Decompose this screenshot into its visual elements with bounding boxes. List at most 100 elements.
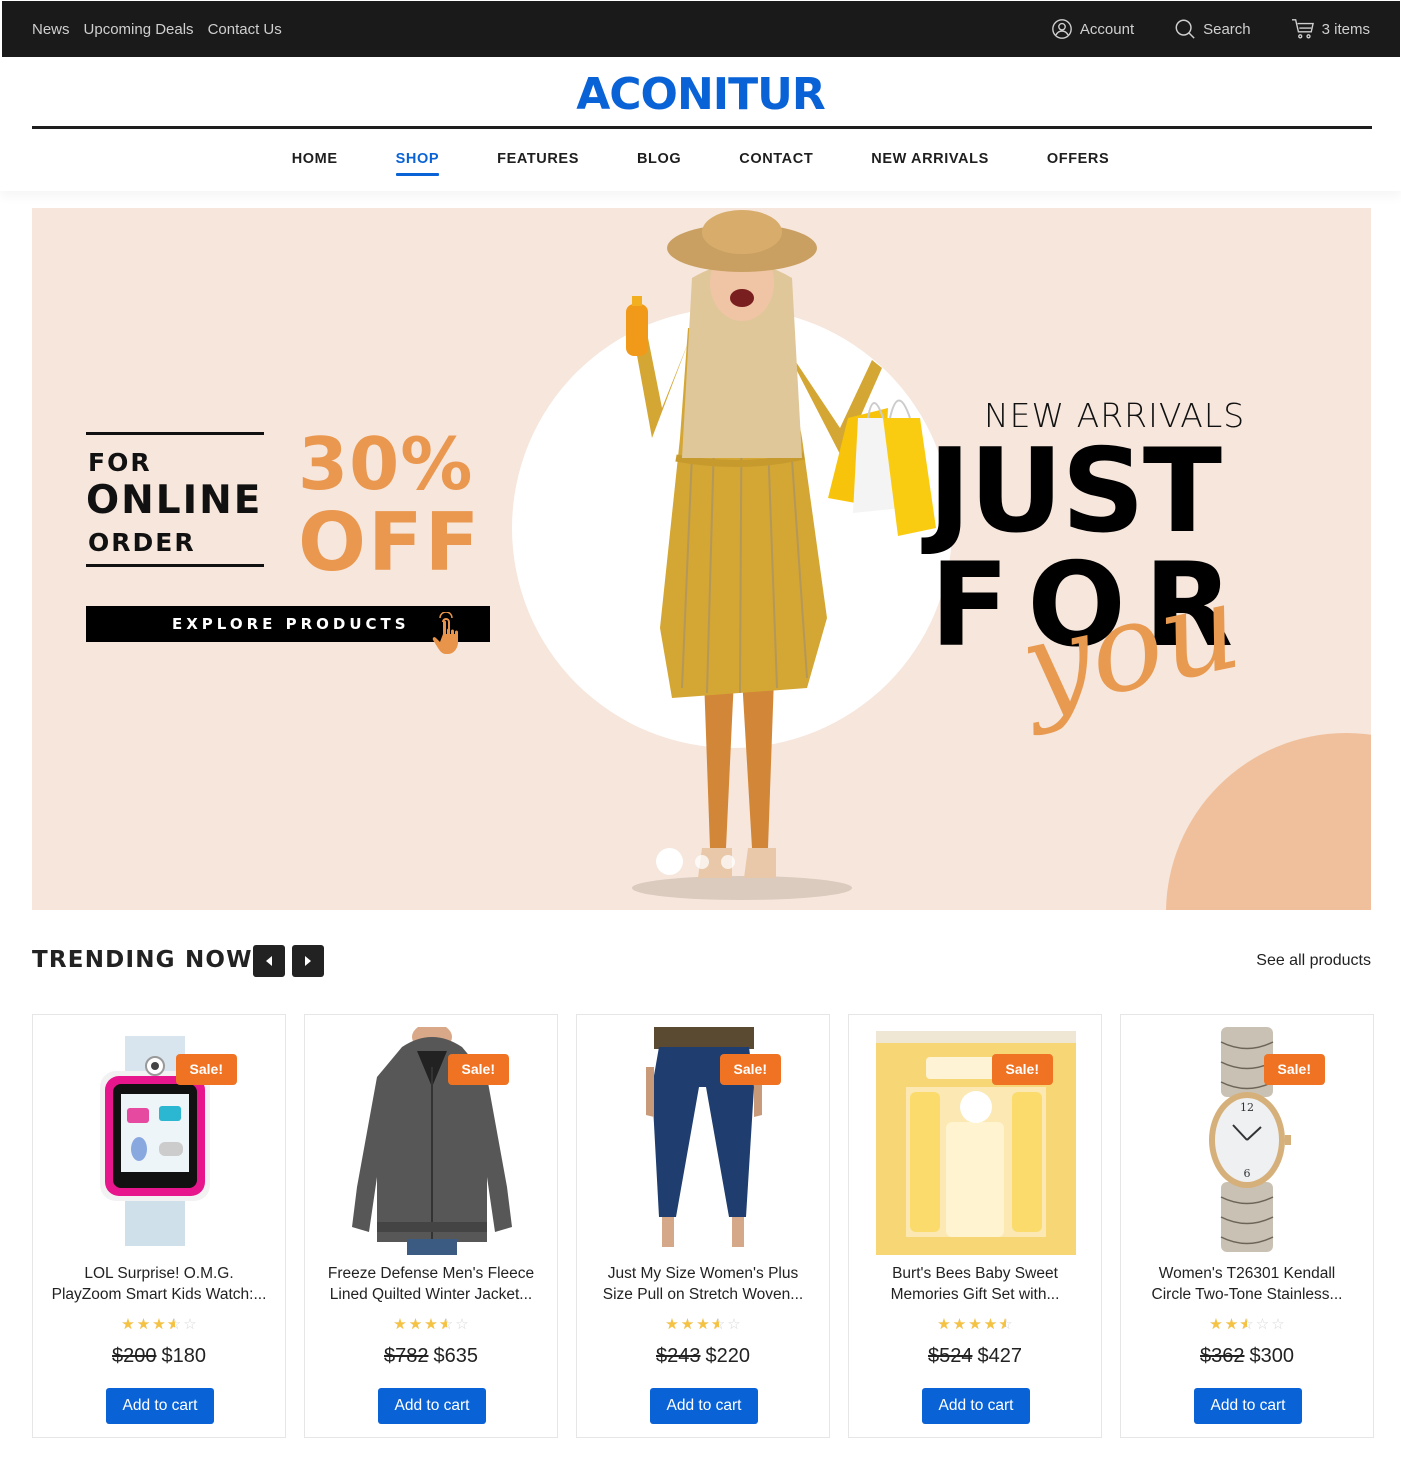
star-icon: ☆ ★: [968, 1316, 982, 1333]
original-price: $524: [928, 1345, 973, 1367]
sale-price: $180: [161, 1345, 207, 1367]
product-card[interactable]: Sale! Freeze Defense Men's Fleece Lined …: [304, 1014, 558, 1438]
banner-peach-circle: [1166, 733, 1371, 910]
site-header: ACONITUR HOME SHOP FEATURES BLOG CONTACT…: [0, 57, 1401, 191]
star-icon: ☆ ★: [952, 1316, 967, 1333]
just-heading: JUST: [928, 424, 1222, 559]
product-card[interactable]: 12 6 Sale! Women's T26301 Kendall Circle…: [1120, 1014, 1374, 1438]
product-title-line: Just My Size Women's Plus: [607, 1265, 799, 1282]
product-title-line: Lined Quilted Winter Jacket...: [329, 1285, 533, 1303]
promo-off: OFF: [298, 496, 482, 589]
star-icon: ☆ ★: [665, 1316, 679, 1333]
original-price: $362: [1200, 1345, 1245, 1367]
account-button[interactable]: Account: [1051, 18, 1134, 40]
product-title-line: Women's T26301 Kendall: [1158, 1265, 1336, 1282]
product-title-line: PlayZoom Smart Kids Watch:...: [51, 1285, 267, 1303]
promo-for: FOR: [88, 448, 152, 477]
nav-blog[interactable]: BLOG: [637, 151, 681, 176]
product-title[interactable]: Women's T26301 Kendall Circle Two-Tone S…: [1131, 1264, 1363, 1305]
add-to-cart-button[interactable]: Add to cart: [650, 1388, 758, 1424]
star-icon: ☆ ★: [983, 1316, 998, 1333]
cart-icon: [1291, 19, 1314, 39]
product-image[interactable]: 12 6 Sale!: [1141, 1025, 1355, 1257]
cart-button[interactable]: 3 items: [1291, 18, 1370, 40]
cart-count: 3 items: [1321, 20, 1370, 38]
star-rating: ☆ ★ ☆ ★ ☆ ★ ☆ ★ ☆: [33, 1315, 285, 1335]
top-link-contact-us[interactable]: Contact Us: [208, 21, 282, 38]
product-card[interactable]: Sale! Burt's Bees Baby Sweet Memories Gi…: [848, 1014, 1102, 1438]
product-image[interactable]: Sale!: [53, 1025, 267, 1257]
star-rating: ☆ ★ ☆ ★ ☆ ★ ☆ ★ ☆: [577, 1315, 829, 1335]
promo-order: ORDER: [88, 528, 196, 557]
star-icon: ☆: [727, 1316, 741, 1333]
svg-text:6: 6: [1244, 1167, 1251, 1180]
product-title-line: Size Pull on Stretch Woven...: [602, 1285, 804, 1303]
star-icon: ☆ ★: [393, 1316, 407, 1333]
original-price: $782: [384, 1345, 429, 1367]
caret-right-icon: [305, 956, 311, 966]
slide-dot-1[interactable]: [656, 848, 683, 875]
sale-badge: Sale!: [1263, 1054, 1325, 1085]
product-title-line: Circle Two-Tone Stainless...: [1151, 1285, 1343, 1303]
sale-badge: Sale!: [447, 1054, 509, 1085]
star-icon: ☆ ★: [424, 1316, 438, 1333]
star-rating: ☆ ★ ☆ ★ ☆ ★ ☆ ☆: [1121, 1315, 1373, 1335]
add-to-cart-button[interactable]: Add to cart: [1194, 1388, 1302, 1424]
add-to-cart-button[interactable]: Add to cart: [378, 1388, 486, 1424]
slide-dot-2[interactable]: [695, 854, 709, 869]
product-title[interactable]: Freeze Defense Men's Fleece Lined Quilte…: [315, 1264, 547, 1305]
sale-badge: Sale!: [991, 1054, 1053, 1085]
product-card[interactable]: Sale! LOL Surprise! O.M.G. PlayZoom Smar…: [32, 1014, 286, 1438]
product-image[interactable]: Sale!: [597, 1025, 811, 1257]
pointer-hand-icon: [432, 612, 458, 654]
product-image[interactable]: Sale!: [869, 1025, 1083, 1257]
star-icon: ☆ ★: [998, 1316, 1013, 1333]
sale-price: $635: [433, 1345, 479, 1367]
star-icon: ☆ ★: [1209, 1316, 1223, 1333]
search-icon: [1175, 19, 1195, 39]
search-label: Search: [1203, 20, 1251, 38]
slide-dot-3[interactable]: [721, 854, 735, 869]
hero-banner[interactable]: FOR ONLINE ORDER 30% OFF EXPLORE PRODUCT…: [32, 208, 1371, 910]
top-actions: Account Search 3 items: [1051, 18, 1370, 40]
nav-home[interactable]: HOME: [292, 151, 338, 176]
nav-features[interactable]: FEATURES: [497, 151, 579, 176]
star-icon: ☆ ★: [696, 1316, 710, 1333]
star-icon: ☆: [183, 1316, 197, 1333]
star-icon: ☆: [455, 1316, 469, 1333]
nav-offers[interactable]: OFFERS: [1047, 151, 1109, 176]
price: $243 $220: [577, 1345, 829, 1368]
carousel-next-button[interactable]: [292, 945, 324, 977]
product-title[interactable]: LOL Surprise! O.M.G. PlayZoom Smart Kids…: [43, 1264, 275, 1305]
product-title-line: Burt's Bees Baby Sweet: [892, 1265, 1058, 1282]
product-title-line: Freeze Defense Men's Fleece: [327, 1265, 535, 1282]
top-link-upcoming-deals[interactable]: Upcoming Deals: [84, 21, 194, 38]
logo[interactable]: ACONITUR: [0, 69, 1401, 120]
nav-shop[interactable]: SHOP: [395, 151, 440, 176]
search-button[interactable]: Search: [1174, 18, 1251, 40]
top-link-news[interactable]: News: [32, 21, 70, 38]
price: $200 $180: [33, 1345, 285, 1368]
add-to-cart-button[interactable]: Add to cart: [106, 1388, 214, 1424]
sale-price: $427: [977, 1345, 1023, 1367]
see-all-products-link[interactable]: See all products: [1256, 952, 1371, 970]
star-icon: ☆ ★: [1224, 1316, 1239, 1333]
star-icon: ☆ ★: [438, 1316, 454, 1333]
add-to-cart-button[interactable]: Add to cart: [922, 1388, 1030, 1424]
star-icon: ☆ ★: [136, 1316, 151, 1333]
nav-contact[interactable]: CONTACT: [739, 151, 813, 176]
top-links: News Upcoming Deals Contact Us: [32, 21, 282, 38]
nav-new-arrivals[interactable]: NEW ARRIVALS: [871, 151, 989, 176]
star-icon: ☆ ★: [1239, 1316, 1254, 1333]
product-image[interactable]: Sale!: [325, 1025, 539, 1257]
product-card[interactable]: Sale! Just My Size Women's Plus Size Pul…: [576, 1014, 830, 1438]
product-title[interactable]: Burt's Bees Baby Sweet Memories Gift Set…: [859, 1264, 1091, 1305]
star-icon: ☆: [1255, 1316, 1270, 1333]
main-nav: HOME SHOP FEATURES BLOG CONTACT NEW ARRI…: [0, 151, 1401, 176]
trending-heading: TRENDING NOW: [32, 947, 253, 973]
carousel-prev-button[interactable]: [253, 945, 285, 977]
promo-rule-bottom: [86, 564, 264, 567]
star-icon: ☆ ★: [166, 1316, 182, 1333]
promo-discount: 30%: [298, 422, 474, 506]
product-title[interactable]: Just My Size Women's Plus Size Pull on S…: [587, 1264, 819, 1305]
